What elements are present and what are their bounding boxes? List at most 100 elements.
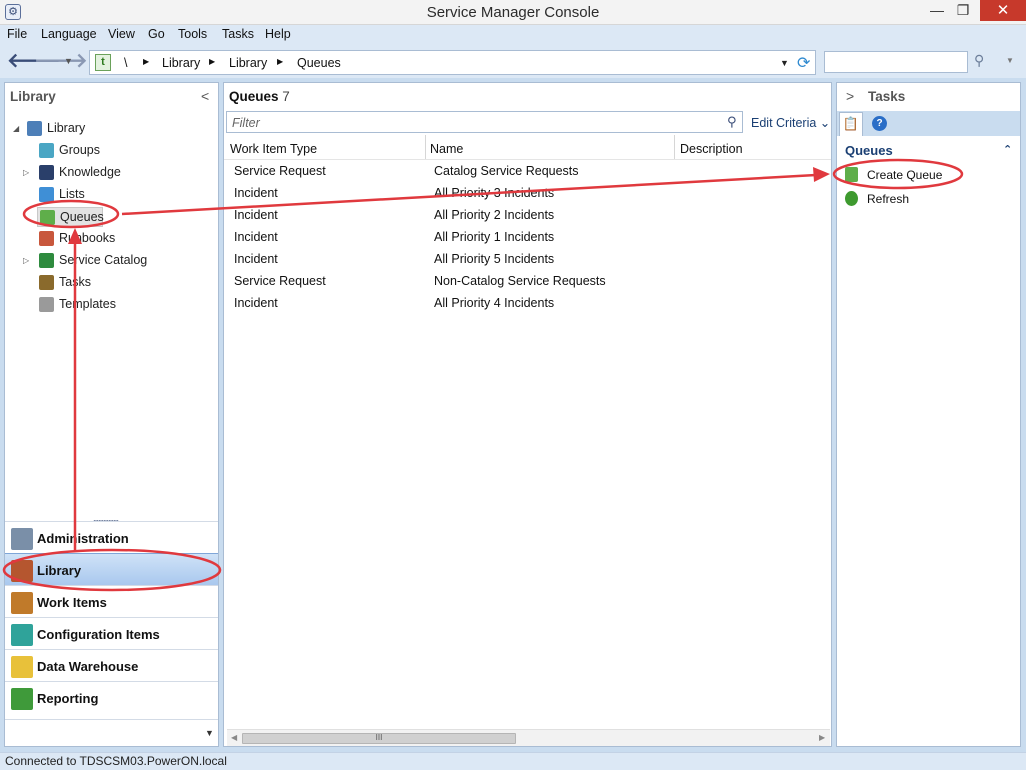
search-icon[interactable]: ⚲: [727, 114, 737, 130]
menu-tools[interactable]: Tools: [178, 27, 207, 41]
tasks-title: Tasks: [868, 89, 906, 104]
tasks-pane: > Tasks 📋 ? Queues ⌃ Create Queue Refresh: [836, 82, 1021, 747]
breadcrumb-library-2[interactable]: Library: [229, 56, 267, 70]
expanded-arrow-icon[interactable]: ◢: [13, 124, 19, 133]
cell-name: All Priority 1 Incidents: [434, 230, 555, 244]
section-title[interactable]: Queues: [845, 143, 893, 158]
wunderbar-administration[interactable]: Administration: [5, 521, 218, 553]
tree-item-templates[interactable]: Templates: [37, 295, 207, 315]
pane-title: Library: [10, 89, 56, 104]
edit-criteria-button[interactable]: Edit Criteria ⌄: [751, 115, 830, 130]
breadcrumb-separator-icon[interactable]: ▶: [143, 57, 149, 66]
tree-item-tasks[interactable]: Tasks: [37, 273, 207, 293]
tree-item-service-catalog[interactable]: ▷ Service Catalog: [23, 251, 207, 271]
table-row[interactable]: Service Request Catalog Service Requests: [224, 164, 831, 184]
horizontal-scrollbar[interactable]: ◀ III ▶: [227, 729, 830, 746]
maximize-button[interactable]: ❐: [948, 0, 978, 21]
table-row[interactable]: Incident All Priority 2 Incidents: [224, 208, 831, 228]
tree-item-runbooks[interactable]: Runbooks: [37, 229, 207, 249]
menu-bar: File Language View Go Tools Tasks Help: [0, 25, 1026, 46]
navigation-pane: Library < ◢ Library Groups ▷ Knowledge Lists Q…: [4, 82, 219, 747]
search-input[interactable]: [824, 51, 968, 73]
menu-language[interactable]: Language: [41, 27, 97, 41]
wunderbar-label: Reporting: [37, 691, 99, 706]
breadcrumb-root[interactable]: \: [124, 56, 127, 70]
chevron-up-icon[interactable]: ⌃: [1003, 143, 1012, 156]
expand-pane-icon[interactable]: >: [846, 88, 854, 104]
cell-name: All Priority 3 Incidents: [434, 186, 555, 200]
wunderbar-work-items[interactable]: Work Items: [5, 585, 218, 617]
column-header-work-item-type[interactable]: Work Item Type: [230, 142, 317, 156]
forward-arrow-icon[interactable]: 🡒: [34, 51, 88, 73]
breadcrumb-separator-icon[interactable]: ▶: [277, 57, 283, 66]
scroll-thumb[interactable]: III: [242, 733, 516, 744]
chevron-down-icon[interactable]: ▼: [205, 728, 214, 738]
header-divider: [224, 159, 831, 160]
queues-icon: [40, 210, 55, 225]
wunderbar-configuration-items[interactable]: Configuration Items: [5, 617, 218, 649]
library-icon: [27, 121, 42, 136]
refresh-icon[interactable]: ⟳: [797, 53, 810, 73]
address-dropdown-icon[interactable]: ▼: [780, 58, 789, 68]
queues-view: Queues 7 Filter ⚲ Edit Criteria ⌄ Work I…: [223, 82, 832, 747]
menu-go[interactable]: Go: [148, 27, 165, 41]
templates-icon: [39, 297, 54, 312]
menu-view[interactable]: View: [108, 27, 135, 41]
cell-name: Catalog Service Requests: [434, 164, 579, 178]
search-dropdown-icon[interactable]: ▼: [1006, 56, 1014, 65]
task-label: Refresh: [867, 192, 910, 206]
knowledge-icon: [39, 165, 54, 180]
cell-work-item-type: Incident: [234, 252, 278, 266]
menu-tasks[interactable]: Tasks: [222, 27, 254, 41]
cell-work-item-type: Incident: [234, 208, 278, 222]
wunderbar-label: Library: [37, 563, 82, 578]
column-divider[interactable]: [425, 135, 426, 159]
menu-help[interactable]: Help: [265, 27, 291, 41]
table-row[interactable]: Incident All Priority 3 Incidents: [224, 186, 831, 206]
table-row[interactable]: Incident All Priority 4 Incidents: [224, 296, 831, 316]
collapsed-arrow-icon[interactable]: ▷: [23, 168, 29, 177]
search-icon[interactable]: ⚲: [974, 52, 984, 69]
breadcrumb-queues[interactable]: Queues: [297, 56, 341, 70]
view-title-label: Queues: [229, 89, 279, 104]
wunderbar-reporting[interactable]: Reporting: [5, 681, 218, 713]
column-divider[interactable]: [674, 135, 675, 159]
service-catalog-icon: [39, 253, 54, 268]
back-arrow-icon[interactable]: 🡐: [7, 51, 61, 73]
tree-item-queues[interactable]: Queues: [37, 207, 104, 227]
table-row[interactable]: Incident All Priority 1 Incidents: [224, 230, 831, 250]
address-bar: 🡐 🡒 ▼ t \ ▶ Library ▶ Library ▶ Queues ▼…: [0, 46, 1026, 78]
wunderbar-data-warehouse[interactable]: Data Warehouse: [5, 649, 218, 681]
tree-item-label: Runbooks: [59, 231, 116, 245]
cell-name: All Priority 4 Incidents: [434, 296, 555, 310]
collapse-pane-icon[interactable]: <: [201, 88, 209, 104]
wunderbar-more[interactable]: ▼: [5, 719, 218, 746]
scroll-right-icon[interactable]: ▶: [819, 733, 825, 742]
menu-file[interactable]: File: [7, 27, 27, 41]
wunderbar-label: Data Warehouse: [37, 659, 139, 674]
view-title: Queues 7: [229, 89, 290, 104]
create-queue-icon: [845, 167, 858, 182]
close-button[interactable]: ✕: [980, 0, 1026, 21]
history-dropdown-icon[interactable]: ▼: [64, 56, 73, 66]
column-header-name[interactable]: Name: [430, 142, 463, 156]
tree-item-lists[interactable]: Lists: [37, 185, 207, 205]
scroll-left-icon[interactable]: ◀: [231, 733, 237, 742]
tree-item-label: Library: [47, 121, 86, 135]
table-row[interactable]: Incident All Priority 5 Incidents: [224, 252, 831, 272]
tree-item-knowledge[interactable]: ▷ Knowledge: [23, 163, 207, 183]
filter-input[interactable]: Filter ⚲: [226, 111, 743, 133]
breadcrumb-separator-icon[interactable]: ▶: [209, 57, 215, 66]
tree-item-library[interactable]: ◢ Library: [13, 119, 195, 139]
tree-item-groups[interactable]: Groups: [37, 141, 207, 161]
clipboard-icon[interactable]: 📋: [839, 112, 863, 136]
wunderbar-library[interactable]: Library: [5, 553, 218, 585]
tree-item-label: Queues: [60, 210, 104, 224]
work-items-icon: [11, 592, 33, 614]
collapsed-arrow-icon[interactable]: ▷: [23, 256, 29, 265]
column-header-description[interactable]: Description: [680, 142, 743, 156]
table-row[interactable]: Service Request Non-Catalog Service Reque…: [224, 274, 831, 294]
help-icon[interactable]: ?: [872, 116, 887, 131]
library-icon: [11, 560, 33, 582]
breadcrumb-library[interactable]: Library: [162, 56, 200, 70]
